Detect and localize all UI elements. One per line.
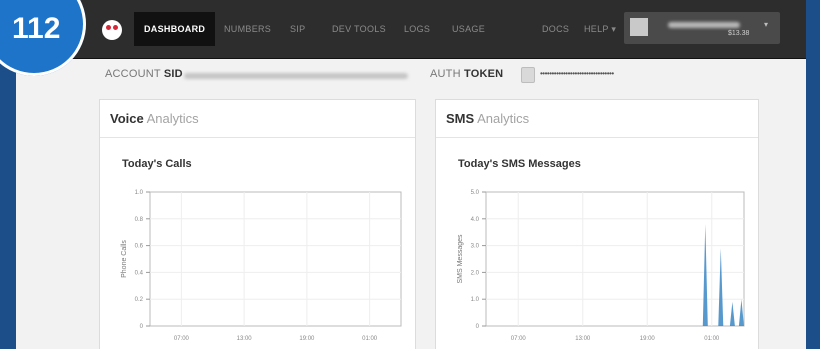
nav-help[interactable]: HELP ▾	[574, 12, 626, 46]
top-navbar: DASHBOARD NUMBERS SIP DEV TOOLS LOGS USA…	[16, 0, 806, 59]
y-tick-label: 0.8	[135, 217, 144, 223]
x-tick-label: 13:00	[575, 336, 591, 342]
auth-token-value[interactable]: ••••••••••••••••••••••••••••••••	[540, 69, 614, 78]
sms-messages-chart: 0 1.0 2.0 3.0 4.0 5.0 07:00 13:00 19:00 01:00 SMS …	[457, 190, 745, 342]
x-tick-label: 07:00	[174, 336, 190, 342]
account-balance: $13.38	[728, 30, 750, 37]
nav-dev-tools[interactable]: DEV TOOLS	[322, 12, 396, 46]
voice-panel-header: Voice Analytics	[100, 100, 415, 138]
chevron-down-icon: ▾	[764, 20, 769, 29]
y-tick-label: 3.0	[471, 244, 480, 250]
y-tick-label: 0.2	[135, 297, 144, 303]
y-tick-label: 1.0	[135, 190, 144, 196]
voice-panel-title-rest: Analytics	[143, 111, 199, 126]
auth-token-label: AUTH TOKEN	[430, 68, 503, 80]
plot-area	[149, 191, 402, 327]
y-axis-label: SMS Messages	[457, 234, 464, 284]
y-tick-label: 0	[476, 324, 480, 330]
account-switcher[interactable]: $13.38 ▾	[624, 12, 780, 44]
sms-panel-title-rest: Analytics	[474, 111, 530, 126]
voice-analytics-panel: Voice Analytics Today's Calls 0 0.2 0.4 0.6…	[99, 99, 416, 349]
nav-sip[interactable]: SIP	[280, 12, 315, 46]
account-name-redacted	[668, 22, 740, 28]
x-tick-label: 01:00	[362, 336, 378, 342]
sms-analytics-panel: SMS Analytics Today's SMS Messages 0 1.0 2…	[435, 99, 759, 349]
x-tick-label: 07:00	[511, 336, 527, 342]
page-number: 112	[12, 12, 61, 45]
account-sid-label-prefix: ACCOUNT	[105, 68, 164, 80]
auth-token-label-bold: TOKEN	[464, 68, 504, 80]
sms-chart-title: Today's SMS Messages	[458, 158, 581, 170]
auth-token-label-prefix: AUTH	[430, 68, 464, 80]
voice-panel-title: Voice Analytics	[110, 111, 199, 126]
account-sid-redacted	[184, 73, 408, 79]
y-tick-label: 1.0	[471, 297, 480, 303]
nav-logs[interactable]: LOGS	[394, 12, 440, 46]
logo-icon[interactable]	[102, 20, 122, 40]
voice-calls-chart: 0 0.2 0.4 0.6 0.8 1.0 07:00 13:00 19:00 01:00 Phon…	[121, 190, 402, 342]
y-tick-label: 2.0	[471, 270, 480, 276]
y-tick-label: 5.0	[471, 190, 480, 196]
sms-panel-title: SMS Analytics	[446, 111, 529, 126]
nav-numbers[interactable]: NUMBERS	[214, 12, 281, 46]
x-tick-label: 01:00	[704, 336, 720, 342]
x-tick-label: 19:00	[299, 336, 315, 342]
y-axis-label: Phone Calls	[121, 240, 128, 278]
nav-dashboard[interactable]: DASHBOARD	[134, 12, 216, 46]
x-tick-label: 13:00	[237, 336, 253, 342]
sms-panel-header: SMS Analytics	[436, 100, 758, 138]
nav-usage[interactable]: USAGE	[442, 12, 495, 46]
y-tick-label: 0.4	[135, 270, 144, 276]
account-sid-label-bold: SID	[163, 68, 183, 80]
lock-icon[interactable]	[521, 67, 535, 83]
y-tick-label: 0.6	[135, 244, 144, 250]
app-window: DASHBOARD NUMBERS SIP DEV TOOLS LOGS USA…	[16, 0, 806, 349]
account-avatar	[630, 18, 648, 36]
y-tick-label: 4.0	[471, 217, 480, 223]
voice-panel-title-bold: Voice	[110, 111, 144, 126]
sms-panel-title-bold: SMS	[446, 111, 475, 126]
nav-docs[interactable]: DOCS	[532, 12, 579, 46]
x-tick-label: 19:00	[640, 336, 656, 342]
account-sid-label: ACCOUNT SID	[105, 68, 183, 80]
y-tick-label: 0	[140, 324, 144, 330]
voice-chart-title: Today's Calls	[122, 158, 192, 170]
